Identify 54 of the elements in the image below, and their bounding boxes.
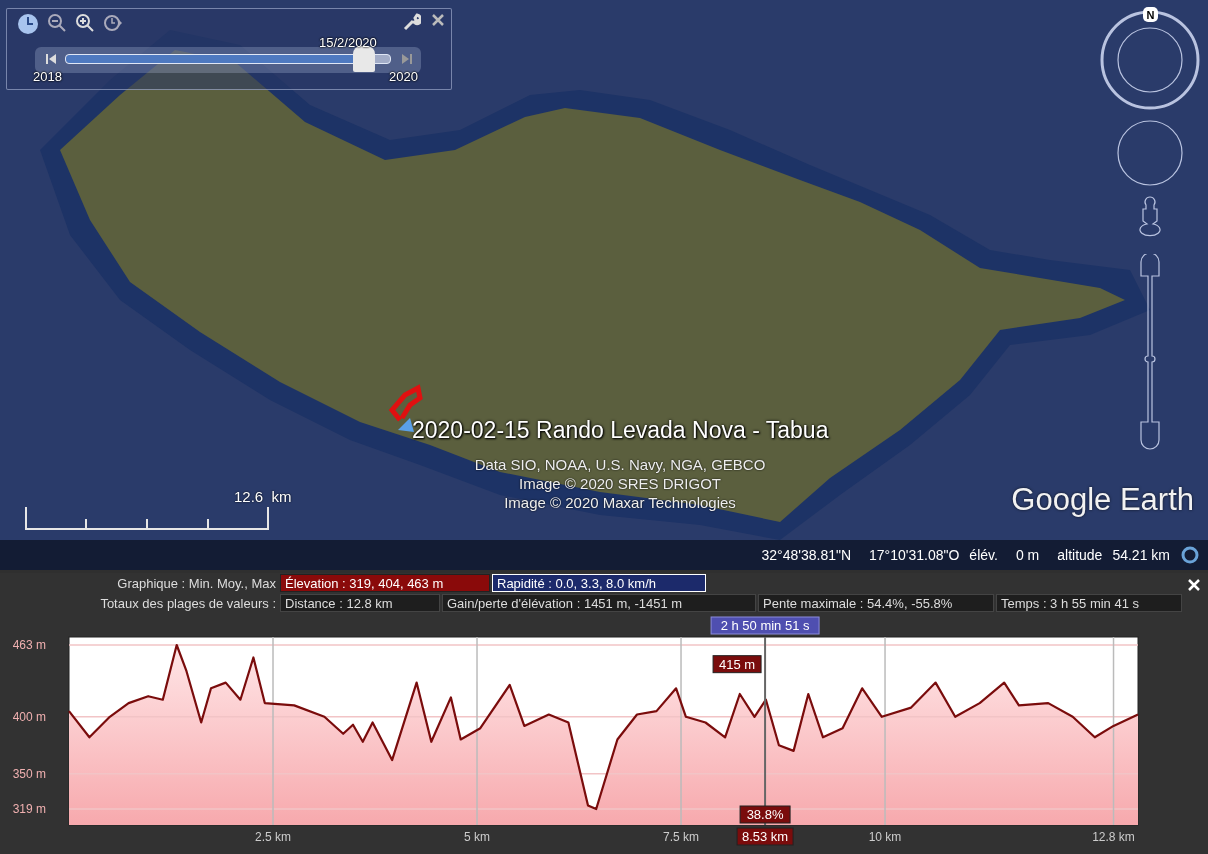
total-value: Distance : 12.8 km: [280, 594, 440, 612]
x-axis-label: 10 km: [868, 830, 902, 844]
close-icon[interactable]: [431, 13, 445, 27]
end-year: 2020: [389, 69, 418, 84]
graph-label: Graphique : Min. Moy., Max: [116, 575, 277, 591]
altitude-label: altitude: [1057, 547, 1103, 563]
y-axis-label: 463 m: [12, 638, 46, 652]
elevation-tooltip: 415 m: [712, 655, 762, 674]
start-year: 2018: [33, 69, 62, 84]
scale-bar-icon: [24, 505, 270, 531]
latitude: 32°48'38.81"N: [761, 547, 852, 563]
skip-start-icon[interactable]: [45, 53, 57, 65]
north-marker[interactable]: N: [1143, 7, 1158, 22]
scale-label: 12.6 km: [234, 488, 292, 505]
total-value: Gain/perte d'élévation : 1451 m, -1451 m: [442, 594, 756, 612]
altitude-value: 54.21 km: [1112, 547, 1170, 563]
imagery-credit: Image © 2020 SRES DRIGOT: [519, 474, 721, 493]
imagery-credit: Image © 2020 Maxar Technologies: [504, 493, 736, 512]
imagery-credit: Data SIO, NOAA, U.S. Navy, NGA, GEBCO: [474, 455, 766, 474]
loading-ring-icon: [1180, 545, 1200, 565]
elevation-label: élév.: [969, 547, 998, 563]
slider-thumb[interactable]: [352, 46, 375, 72]
x-axis-label: 5 km: [464, 830, 490, 844]
clock-play-icon[interactable]: [103, 13, 123, 33]
placemark-icon[interactable]: [398, 418, 414, 432]
x-axis-label: 7.5 km: [663, 830, 700, 844]
zoom-out-icon[interactable]: [47, 13, 67, 33]
graph-series-toggle[interactable]: Rapidité : 0.0, 3.3, 8.0 km/h: [492, 574, 706, 592]
clock-icon[interactable]: [17, 13, 39, 35]
look-joystick-icon[interactable]: [1117, 120, 1183, 186]
x-axis-label: 12.8 km: [1092, 830, 1135, 844]
y-axis-label: 350 m: [12, 766, 46, 781]
track-label[interactable]: 2020-02-15 Rando Levada Nova - Tabua: [412, 417, 829, 444]
time-slider[interactable]: [35, 47, 421, 73]
current-date: 15/2/2020: [319, 35, 377, 50]
graph-series-toggle[interactable]: Élevation : 319, 404, 463 m: [280, 574, 490, 592]
slope-tooltip: 38.8%: [739, 805, 791, 824]
longitude: 17°10'31.08"O: [869, 547, 960, 563]
y-axis-label: 400 m: [12, 709, 46, 724]
satellite-map[interactable]: [0, 0, 1208, 570]
track-path[interactable]: [388, 384, 423, 422]
compass-ring[interactable]: [1100, 10, 1200, 110]
elevation-value: 0 m: [1015, 547, 1040, 563]
zoom-in-icon[interactable]: [75, 13, 95, 33]
time-tooltip: 2 h 50 min 51 s: [710, 616, 820, 635]
logo-text: Google Earth: [1011, 482, 1194, 518]
total-value: Pente maximale : 54.4%, -55.8%: [758, 594, 994, 612]
wrench-icon[interactable]: [403, 13, 421, 31]
y-axis-label: 319 m: [12, 802, 46, 817]
x-axis-label: 2.5 km: [255, 830, 291, 844]
total-value: Temps : 3 h 55 min 41 s: [996, 594, 1182, 612]
totals-label: Totaux des plages de valeurs :: [99, 595, 277, 611]
zoom-slider-icon[interactable]: [1137, 254, 1163, 450]
distance-tooltip: 8.53 km: [736, 827, 794, 846]
